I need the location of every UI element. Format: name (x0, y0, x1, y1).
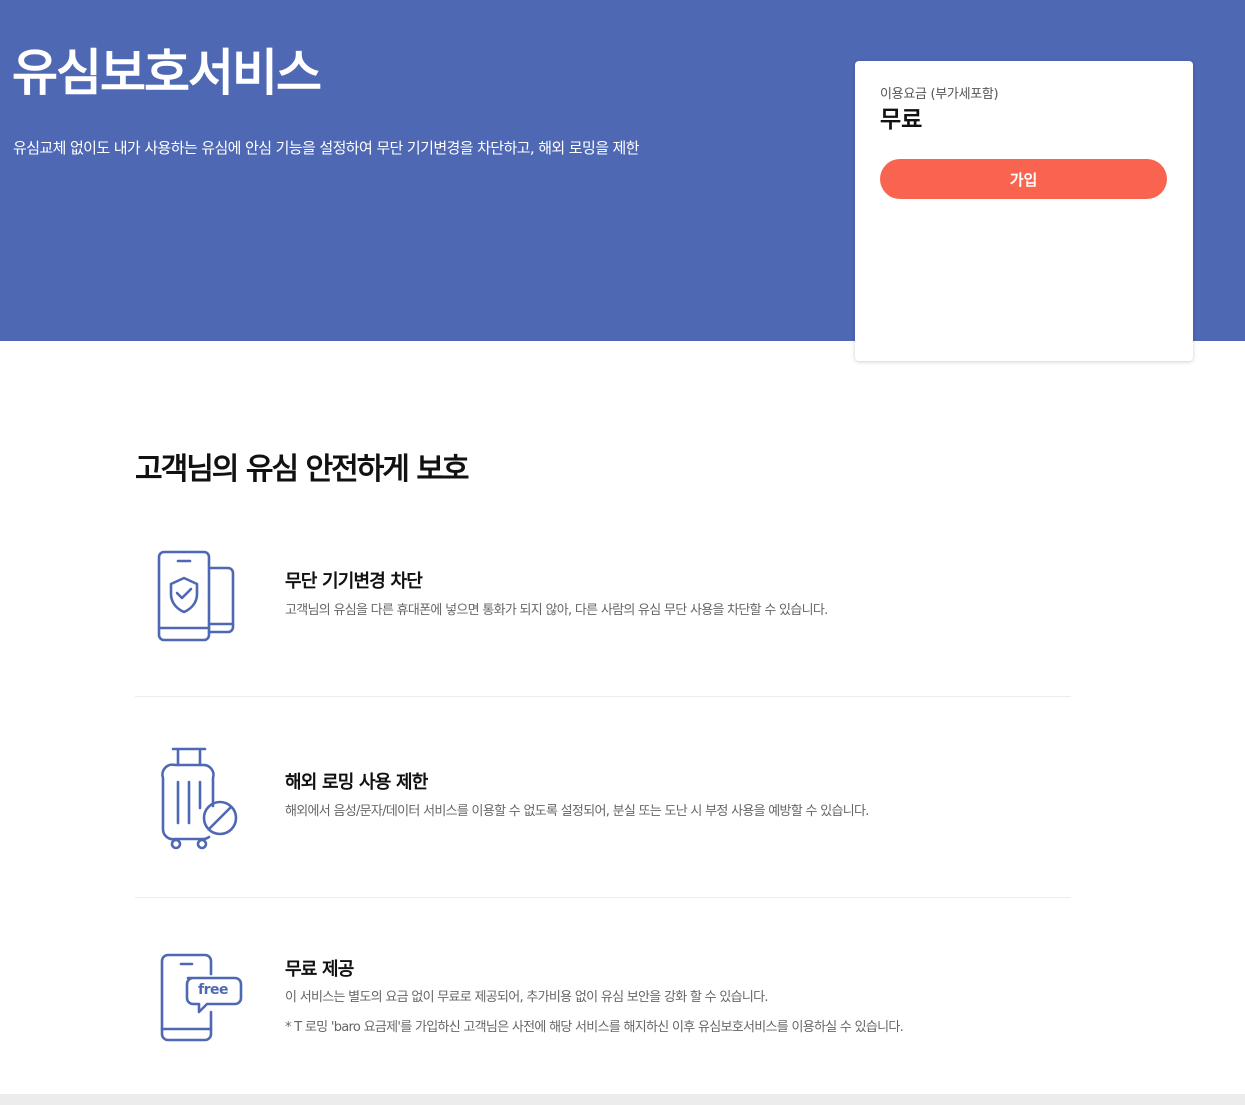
feature-title: 무단 기기변경 차단 (285, 571, 423, 592)
feature-description: 해외에서 음성/문자/데이터 서비스를 이용할 수 없도록 설정되어, 분실 또… (285, 804, 869, 819)
hero-description: 유심교체 없이도 내가 사용하는 유심에 안심 기능을 설정하여 무단 기기변경… (13, 139, 640, 157)
feature-description: 이 서비스는 별도의 요금 없이 무료로 제공되어, 추가비용 없이 유심 보안… (285, 990, 769, 1005)
feature-note: * T 로밍 'baro 요금제'를 가입하신 고객님은 사전에 해당 서비스를… (285, 1020, 904, 1035)
join-button[interactable]: 가입 (880, 159, 1167, 199)
suitcase-blocked-icon (151, 746, 243, 850)
feature-item: 해외 로밍 사용 제한 해외에서 음성/문자/데이터 서비스를 이용할 수 없도… (135, 746, 1071, 850)
phone-shield-icon (151, 548, 243, 648)
price-card: 이용요금 (부가세포함) 무료 가입 (855, 61, 1193, 361)
section-title: 고객님의 유심 안전하게 보호 (135, 452, 470, 487)
feature-title: 무료 제공 (285, 959, 354, 980)
feature-title: 해외 로밍 사용 제한 (285, 772, 428, 793)
divider (135, 696, 1071, 697)
divider (135, 897, 1071, 898)
free-badge-text: free (198, 982, 229, 998)
price-label: 이용요금 (부가세포함) (880, 87, 999, 102)
price-value: 무료 (880, 107, 923, 133)
feature-item: free 무료 제공 이 서비스는 별도의 요금 없이 무료로 제공되어, 추가… (135, 950, 1071, 1060)
phone-free-icon (151, 950, 243, 1050)
footer-bar (0, 1094, 1245, 1105)
page-title: 유심보호서비스 (12, 44, 322, 102)
feature-description: 고객님의 유심을 다른 휴대폰에 넣으면 통화가 되지 않아, 다른 사람의 유… (285, 603, 828, 618)
feature-item: 무단 기기변경 차단 고객님의 유심을 다른 휴대폰에 넣으면 통화가 되지 않… (135, 548, 1071, 648)
